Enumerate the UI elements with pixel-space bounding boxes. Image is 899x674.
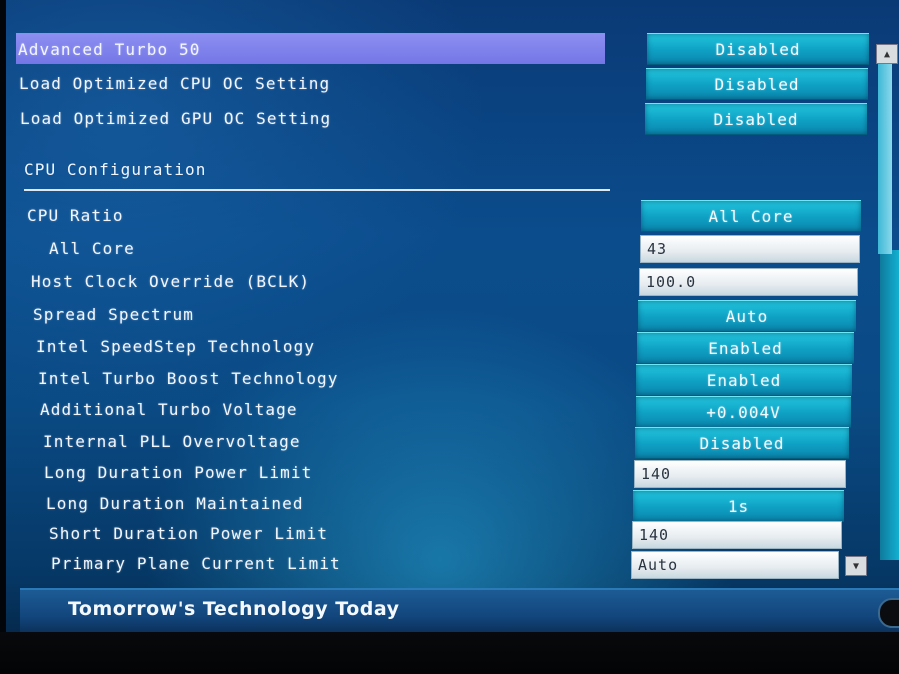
setting-label-advanced-turbo-50[interactable]: Advanced Turbo 50 (18, 40, 200, 59)
setting-label-intel-speedstep[interactable]: Intel SpeedStep Technology (36, 337, 315, 356)
section-title-cpu-configuration: CPU Configuration (24, 160, 207, 179)
short-duration-power-limit-field[interactable]: 140 (632, 521, 842, 549)
all-core-ratio-field[interactable]: 43 (640, 235, 860, 263)
scrollbar-thumb[interactable] (878, 64, 892, 254)
load-optimized-cpu-oc-option[interactable]: Disabled (646, 68, 868, 100)
setting-label-intel-turbo-boost[interactable]: Intel Turbo Boost Technology (38, 369, 339, 388)
monitor-bezel-bottom (0, 632, 899, 674)
advanced-turbo-50-option[interactable]: Disabled (647, 33, 869, 65)
setting-label-host-clock-override[interactable]: Host Clock Override (BCLK) (31, 272, 310, 291)
setting-label-all-core[interactable]: All Core (49, 239, 135, 258)
internal-pll-overvoltage-option[interactable]: Disabled (635, 427, 849, 459)
setting-label-internal-pll-overvoltage[interactable]: Internal PLL Overvoltage (43, 432, 301, 451)
long-duration-maintained-option[interactable]: 1s (633, 490, 844, 522)
right-panel-edge (880, 250, 899, 560)
monitor-bezel-left (0, 0, 6, 674)
host-clock-override-field[interactable]: 100.0 (639, 268, 858, 296)
setting-label-cpu-ratio[interactable]: CPU Ratio (27, 206, 124, 225)
footer-tagline: Tomorrow's Technology Today (68, 598, 400, 620)
footer-round-button (878, 598, 899, 628)
setting-label-load-optimized-gpu-oc[interactable]: Load Optimized GPU OC Setting (20, 109, 331, 128)
setting-label-spread-spectrum[interactable]: Spread Spectrum (33, 305, 194, 324)
setting-label-load-optimized-cpu-oc[interactable]: Load Optimized CPU OC Setting (19, 74, 330, 93)
setting-label-primary-plane-current-limit[interactable]: Primary Plane Current Limit (51, 554, 341, 573)
cpu-ratio-option[interactable]: All Core (641, 200, 861, 232)
primary-plane-current-limit-field[interactable]: Auto (631, 551, 839, 579)
load-optimized-gpu-oc-option[interactable]: Disabled (645, 103, 867, 135)
additional-turbo-voltage-option[interactable]: +0.004V (636, 396, 851, 428)
intel-speedstep-option[interactable]: Enabled (637, 332, 854, 364)
scroll-up-arrow-icon[interactable]: ▲ (876, 44, 898, 64)
setting-label-additional-turbo-voltage[interactable]: Additional Turbo Voltage (40, 400, 298, 419)
scroll-down-arrow-icon[interactable]: ▼ (845, 556, 867, 576)
setting-label-short-duration-power-limit[interactable]: Short Duration Power Limit (49, 524, 328, 543)
spread-spectrum-option[interactable]: Auto (638, 300, 856, 332)
section-divider (24, 189, 610, 191)
bios-screen: Advanced Turbo 50 Disabled Load Optimize… (0, 0, 899, 674)
setting-label-long-duration-power-limit[interactable]: Long Duration Power Limit (44, 463, 312, 482)
setting-label-long-duration-maintained[interactable]: Long Duration Maintained (46, 494, 304, 513)
intel-turbo-boost-option[interactable]: Enabled (636, 364, 852, 396)
long-duration-power-limit-field[interactable]: 140 (634, 460, 846, 488)
